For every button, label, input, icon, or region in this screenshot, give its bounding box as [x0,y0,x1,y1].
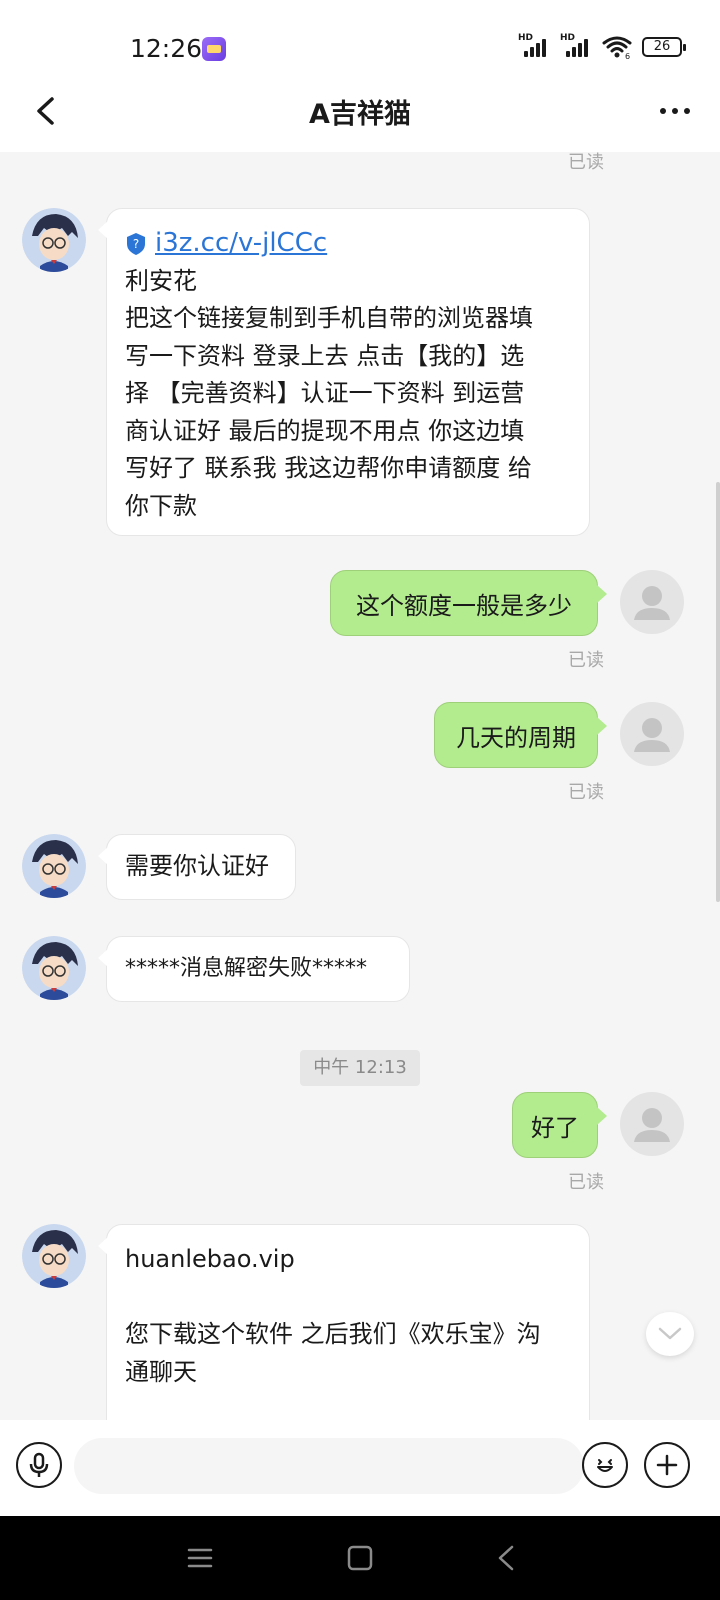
microphone-icon [29,1452,49,1477]
message-text: *****消息解密失败***** [125,956,368,981]
system-navigation-bar [0,1516,720,1600]
read-status: 已读 [568,152,604,173]
message-text: 这个额度一般是多少 [356,591,572,620]
outgoing-message-bubble[interactable]: 几天的周期 [434,702,607,768]
shield-question-icon: ? [127,232,145,255]
read-status: 已读 [568,782,604,803]
plus-icon [656,1454,678,1476]
read-status: 已读 [568,650,604,671]
scroll-to-bottom-button[interactable] [646,1312,694,1356]
message-text-line: 利安花 [125,266,197,295]
cellular-signal-icon: HD [518,33,550,59]
more-options-button[interactable] [650,86,700,136]
outgoing-message-bubble[interactable]: 好了 [512,1092,607,1158]
more-icon [660,108,666,114]
message-text-line: 您下载这个软件 之后我们《欢乐宝》沟 [125,1320,541,1348]
emoji-icon [597,1459,613,1472]
message-text: 需要你认证好 [125,852,269,880]
triangle-back-icon [498,1545,514,1571]
read-status: 已读 [568,1172,604,1193]
message-text-line: 商认证好 最后的提现不用点 你这边填 [125,416,525,445]
incoming-message-bubble[interactable]: huanlebao.vip 您下载这个软件 之后我们《欢乐宝》沟 通聊天 [98,1224,590,1420]
battery-icon: 26 [642,37,686,57]
app-notification-icon [202,37,226,61]
chevron-down-icon [658,1327,682,1340]
incoming-message-bubble[interactable]: *****消息解密失败***** [98,936,410,1002]
user-avatar[interactable] [620,702,684,766]
cellular-signal-icon-2: HD [560,33,592,59]
menu-icon [187,1548,213,1568]
message-composer [0,1420,720,1516]
add-attachment-button[interactable] [644,1442,690,1488]
incoming-message-bubble[interactable]: 需要你认证好 [98,834,296,900]
user-avatar[interactable] [620,570,684,634]
outgoing-message-bubble[interactable]: 这个额度一般是多少 [330,570,607,636]
message-text-line: 写好了 联系我 我这边帮你申请额度 给 [125,454,532,482]
user-avatar[interactable] [620,1092,684,1156]
message-text-line: 通聊天 [125,1357,197,1386]
message-text-line: 择 【完善资料】认证一下资料 到运营 [125,379,525,407]
message-text: 好了 [531,1113,579,1142]
link-row: ? i3z.cc/v-jlCCc [125,225,571,263]
wifi-icon: 6 [602,35,632,61]
recents-button[interactable] [180,1540,220,1576]
home-square-icon [347,1545,373,1571]
voice-button[interactable] [16,1442,62,1488]
contact-avatar[interactable] [22,936,86,1000]
emoji-button[interactable] [582,1442,628,1488]
svg-text:?: ? [133,237,139,251]
wifi-sub-label: 6 [625,52,630,59]
message-input[interactable] [74,1438,584,1494]
status-icons: HD HD 6 26 [518,32,686,62]
chat-header: A吉祥猫 [0,72,720,152]
message-text: 几天的周期 [456,723,576,752]
contact-avatar[interactable] [22,1224,86,1288]
scrollbar[interactable] [716,482,720,902]
chat-title: A吉祥猫 [309,99,411,130]
timestamp-chip: 中午 12:13 [300,1050,420,1086]
system-back-button[interactable] [486,1540,526,1576]
home-button[interactable] [340,1540,380,1576]
message-list[interactable]: 已读 ? i3z.cc/v-jlCCc 利安花 把这个链接复制到手机自带的浏览器… [0,152,720,1420]
message-text-line: 写一下资料 登录上去 点击【我的】选 [125,341,525,370]
status-time: 12:26 [130,34,203,63]
message-link[interactable]: i3z.cc/v-jlCCc [155,225,327,263]
contact-avatar[interactable] [22,834,86,898]
message-text-line: 你下款 [125,491,197,520]
message-text-line [125,1279,571,1317]
message-text-line: huanlebao.vip [125,1245,295,1273]
incoming-message-bubble[interactable]: ? i3z.cc/v-jlCCc 利安花 把这个链接复制到手机自带的浏览器填 写… [98,208,590,536]
message-text-line: 把这个链接复制到手机自带的浏览器填 [125,304,533,332]
contact-avatar[interactable] [22,208,86,272]
